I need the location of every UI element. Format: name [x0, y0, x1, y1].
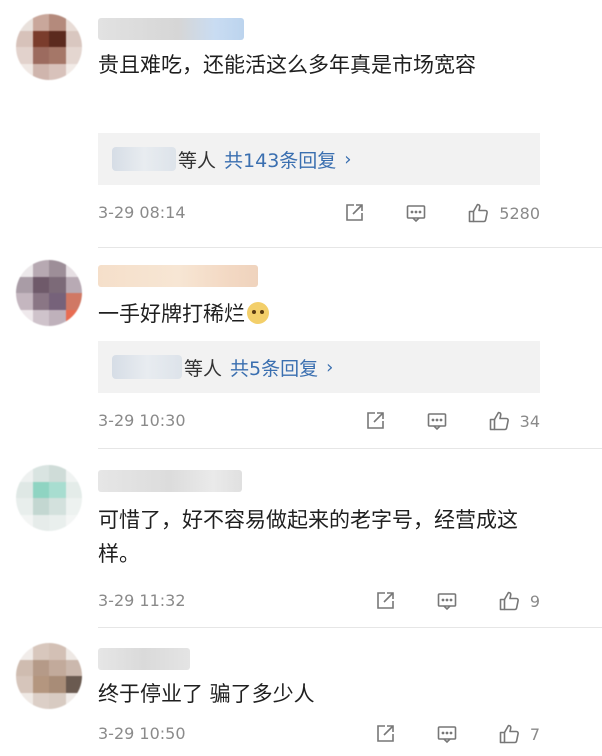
like-button[interactable]: 7 [498, 723, 540, 745]
divider [98, 448, 602, 449]
share-icon[interactable] [364, 410, 386, 432]
reply-users-blurred [112, 355, 182, 379]
comment-meta: 3-29 10:50 7 [98, 720, 540, 748]
comment-text-body: 一手好牌打稀烂 [98, 302, 245, 326]
chevron-right-icon: › [344, 148, 352, 170]
like-count: 9 [529, 591, 540, 611]
thumbs-up-icon [488, 410, 510, 432]
comment-actions: 5280 [303, 199, 540, 227]
reply-count-link[interactable]: 共5条回复 [230, 354, 318, 381]
comment-text: 可惜了，好不容易做起来的老字号，经营成这样。 [98, 508, 518, 566]
like-button[interactable]: 9 [498, 590, 540, 612]
share-icon[interactable] [374, 723, 396, 745]
thumbs-up-icon [498, 723, 520, 745]
divider [98, 247, 602, 248]
avatar[interactable] [16, 465, 82, 531]
comment-text: 终于停业了 骗了多少人 [98, 682, 315, 706]
avatar[interactable] [16, 643, 82, 709]
reply-users-suffix: 等人 [184, 357, 223, 380]
comment-text: 一手好牌打稀烂 [98, 297, 538, 331]
comment-timestamp: 3-29 11:32 [98, 591, 186, 610]
comment-icon[interactable] [426, 410, 448, 432]
thumbs-up-icon [498, 590, 520, 612]
comment-meta: 3-29 11:32 9 [98, 587, 540, 615]
avatar[interactable] [16, 14, 82, 80]
username-blurred[interactable] [98, 18, 244, 40]
comment-icon[interactable] [405, 202, 427, 224]
comment-timestamp: 3-29 08:14 [98, 203, 186, 222]
reply-preview[interactable]: 等人 共143条回复 › [98, 133, 540, 185]
comment-actions: 7 [334, 720, 540, 748]
comment-timestamp: 3-29 10:30 [98, 411, 186, 430]
like-count: 34 [519, 411, 540, 431]
chevron-right-icon: › [326, 356, 334, 378]
comment-actions: 34 [324, 407, 540, 435]
reply-preview[interactable]: 等人 共5条回复 › [98, 341, 540, 393]
dog-face-emoji-icon [247, 302, 269, 324]
thumbs-up-icon [467, 202, 489, 224]
like-button[interactable]: 5280 [467, 202, 540, 224]
comment-actions: 9 [334, 587, 540, 615]
reply-count-link[interactable]: 共143条回复 [224, 146, 336, 173]
like-button[interactable]: 34 [488, 410, 540, 432]
comment-timestamp: 3-29 10:50 [98, 724, 186, 743]
username-blurred[interactable] [98, 648, 190, 670]
username-blurred[interactable] [98, 470, 242, 492]
share-icon[interactable] [374, 590, 396, 612]
comment-meta: 3-29 10:30 34 [98, 407, 540, 435]
reply-users-suffix: 等人 [178, 149, 217, 172]
username-blurred[interactable] [98, 265, 258, 287]
avatar[interactable] [16, 260, 82, 326]
divider [98, 627, 602, 628]
comment-text: 贵且难吃，还能活这么多年真是市场宽容 [98, 53, 476, 77]
reply-users-blurred [112, 147, 176, 171]
share-icon[interactable] [343, 202, 365, 224]
like-count: 5280 [499, 203, 540, 223]
comment-icon[interactable] [436, 723, 458, 745]
like-count: 7 [529, 724, 540, 744]
comment-meta: 3-29 08:14 5280 [98, 199, 540, 227]
comment-icon[interactable] [436, 590, 458, 612]
